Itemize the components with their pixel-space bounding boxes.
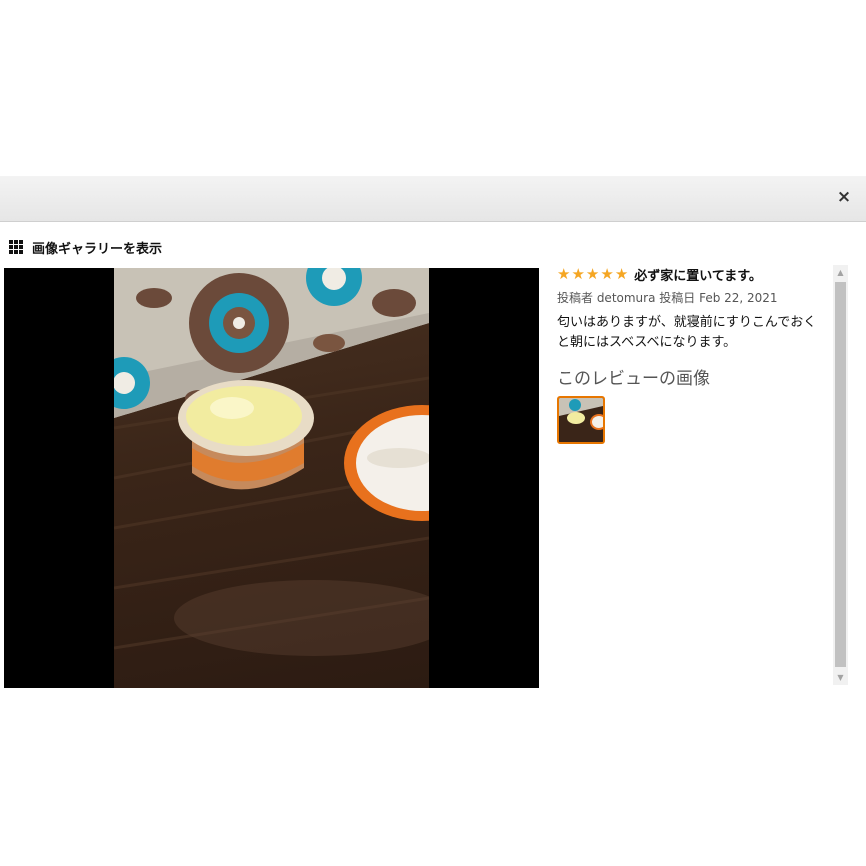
view-gallery-label: 画像ギャラリーを表示 <box>32 241 163 257</box>
grid-icon <box>9 240 23 254</box>
review-image-thumbnail[interactable] <box>557 396 605 444</box>
view-gallery-link[interactable]: 画像ギャラリーを表示 <box>9 237 162 257</box>
star-icon: ★ <box>585 265 600 283</box>
review-title-row: ★ ★ ★ ★ ★ 必ず家に置いてます。 <box>557 265 827 284</box>
scroll-up-arrow-icon[interactable]: ▲ <box>833 265 848 280</box>
review-photo[interactable] <box>114 268 429 688</box>
modal-header: × <box>0 176 866 222</box>
scrollbar-thumb[interactable] <box>835 282 846 667</box>
star-icon: ★ <box>600 265 614 283</box>
review-body: 匂いはありますが、就寝前にすりこんでおくと朝にはスベスベになります。 <box>557 315 817 350</box>
star-icon: ★ <box>614 265 629 283</box>
review-title: 必ず家に置いてます。 <box>634 268 762 284</box>
star-icon: ★ <box>571 265 585 283</box>
image-viewer <box>4 268 539 688</box>
review-scrollbar[interactable]: ▲ ▼ <box>833 265 848 685</box>
star-icon: ★ <box>557 265 571 283</box>
star-rating: ★ ★ ★ ★ ★ <box>557 266 629 282</box>
review-images-heading: このレビューの画像 <box>557 369 710 389</box>
review-panel: ★ ★ ★ ★ ★ 必ず家に置いてます。 投稿者 detomura 投稿日 Fe… <box>557 265 827 444</box>
close-button[interactable]: × <box>834 186 854 208</box>
review-meta: 投稿者 detomura 投稿日 Feb 22, 2021 <box>557 291 778 305</box>
scroll-down-arrow-icon[interactable]: ▼ <box>833 670 848 685</box>
